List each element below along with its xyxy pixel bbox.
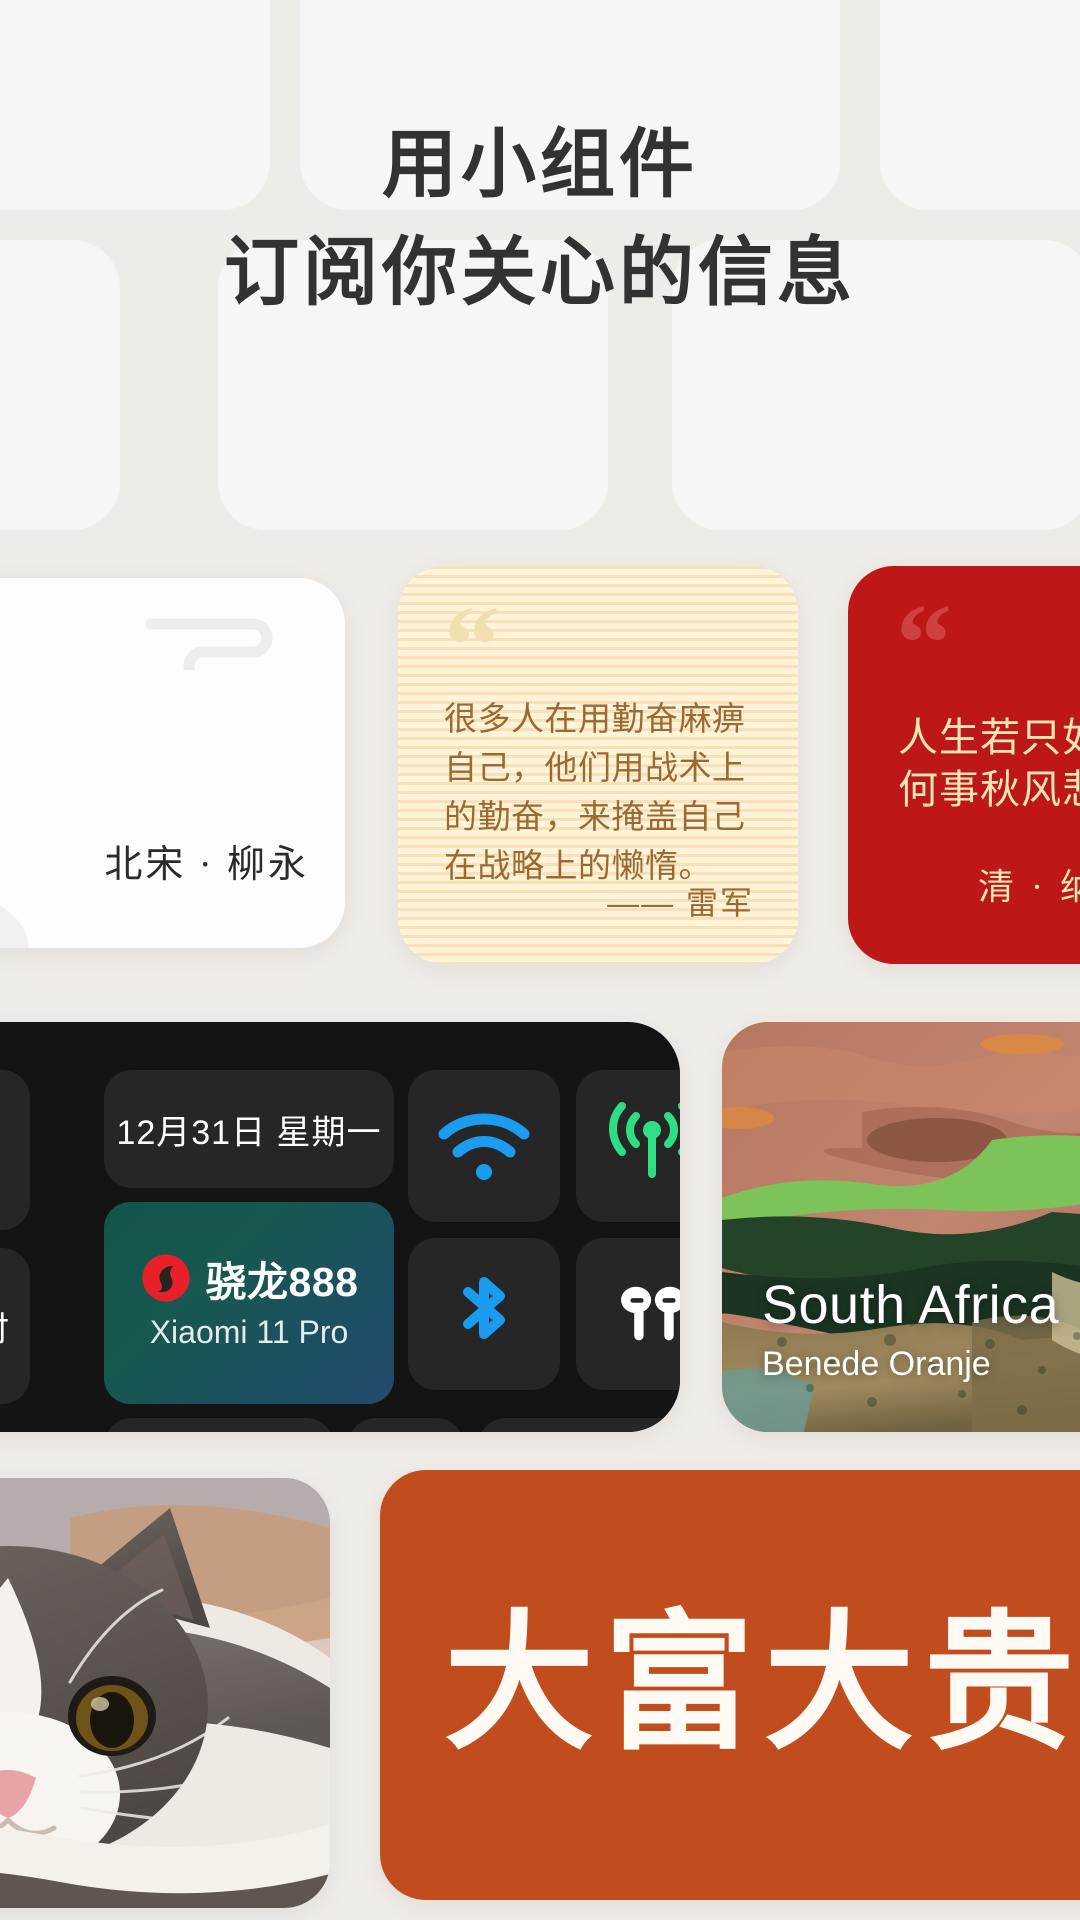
quote-attribution: —— 雷军 bbox=[607, 885, 754, 921]
headline-line-1: 用小组件 bbox=[381, 124, 698, 207]
date-tile[interactable]: 12月31日 星期一 bbox=[104, 1070, 394, 1188]
poem-line-2: 千里烟波， bbox=[0, 754, 321, 810]
chip-name-row: 骁龙888 bbox=[104, 1248, 394, 1308]
quote-text-red: 人生若只如初见， 何事秋风悲画扇。 bbox=[898, 712, 1080, 816]
os-version-tile[interactable]: MIUI 12 bbox=[104, 1418, 334, 1432]
fortune-text: 大富大贵 bbox=[444, 1602, 1080, 1768]
airpods-icon bbox=[621, 1286, 680, 1341]
quote-mark-icon: “ bbox=[444, 584, 500, 708]
device-status-widget[interactable]: 小时 12月31日 星期一 骁龙888 Xiaomi 11 Pro MIUI 1… bbox=[0, 1022, 680, 1432]
quote-attribution-red: 清 · 纳兰性德 bbox=[978, 867, 1080, 907]
uptime-hours-tile-partial[interactable]: 小时 bbox=[0, 1248, 30, 1404]
map-location-subtitle: Benede Oranje bbox=[762, 1345, 991, 1383]
quote-red-line-1: 人生若只如初见， bbox=[898, 715, 1080, 760]
quote-text: 很多人在用勤奋麻痹自己，他们用战术上的勤奋，来掩盖自己在战略上的懒惰。 bbox=[444, 700, 746, 884]
battery-tile[interactable]: 100% bbox=[348, 1418, 464, 1432]
cellular-signal-icon bbox=[609, 1102, 680, 1178]
chip-name: 骁龙888 bbox=[205, 1259, 359, 1305]
poem-line-1: 念去去， bbox=[0, 698, 321, 754]
page-headline: 用小组件 订阅你关心的信息 bbox=[0, 118, 1080, 322]
poem-attribution: 北宋 · 柳永 bbox=[104, 844, 309, 886]
bluetooth-toggle[interactable] bbox=[408, 1238, 560, 1390]
wifi-toggle[interactable] bbox=[408, 1070, 560, 1222]
wifi-icon bbox=[438, 1113, 530, 1180]
carrier-tile[interactable]: 中国移动 4G bbox=[478, 1418, 680, 1432]
bluetooth-icon bbox=[463, 1277, 505, 1339]
snapdragon-logo-icon bbox=[141, 1254, 190, 1302]
photo-widget[interactable] bbox=[0, 1478, 330, 1908]
quote-widget-red[interactable]: “ 人生若只如初见， 何事秋风悲画扇。 清 · 纳兰性德 bbox=[848, 566, 1080, 964]
uptime-tile-partial[interactable] bbox=[0, 1070, 30, 1230]
quote-red-line-2: 何事秋风悲画扇。 bbox=[898, 767, 1080, 812]
quote-mark-icon-red: “ bbox=[896, 582, 952, 706]
date-label: 12月31日 星期一 bbox=[116, 1113, 382, 1152]
fortune-widget[interactable]: 大富大贵 bbox=[380, 1470, 1080, 1900]
airpods-toggle[interactable] bbox=[576, 1238, 680, 1390]
home-screen-stage: 用小组件 订阅你关心的信息 念去去， 千里烟波， 暮霭沉沉楚天阔。 北宋 · 柳… bbox=[0, 0, 1080, 1920]
cat-photo-icon bbox=[0, 1478, 330, 1908]
headline-line-2: 订阅你关心的信息 bbox=[223, 232, 856, 315]
chip-tile[interactable]: 骁龙888 Xiaomi 11 Pro bbox=[104, 1202, 394, 1404]
satellite-map-widget[interactable]: South Africa Benede Oranje bbox=[722, 1022, 1080, 1432]
device-model: Xiaomi 11 Pro bbox=[149, 1314, 349, 1350]
quote-widget-yellow[interactable]: “ 很多人在用勤奋麻痹自己，他们用战术上的勤奋，来掩盖自己在战略上的懒惰。 ——… bbox=[398, 566, 798, 964]
uptime-hours-label: 小时 bbox=[0, 1302, 10, 1351]
poem-widget[interactable]: 念去去， 千里烟波， 暮霭沉沉楚天阔。 北宋 · 柳永 bbox=[0, 578, 345, 948]
map-location-title: South Africa bbox=[762, 1275, 1060, 1335]
cellular-toggle[interactable] bbox=[576, 1070, 680, 1222]
cloud-swirl-icon bbox=[145, 608, 317, 686]
